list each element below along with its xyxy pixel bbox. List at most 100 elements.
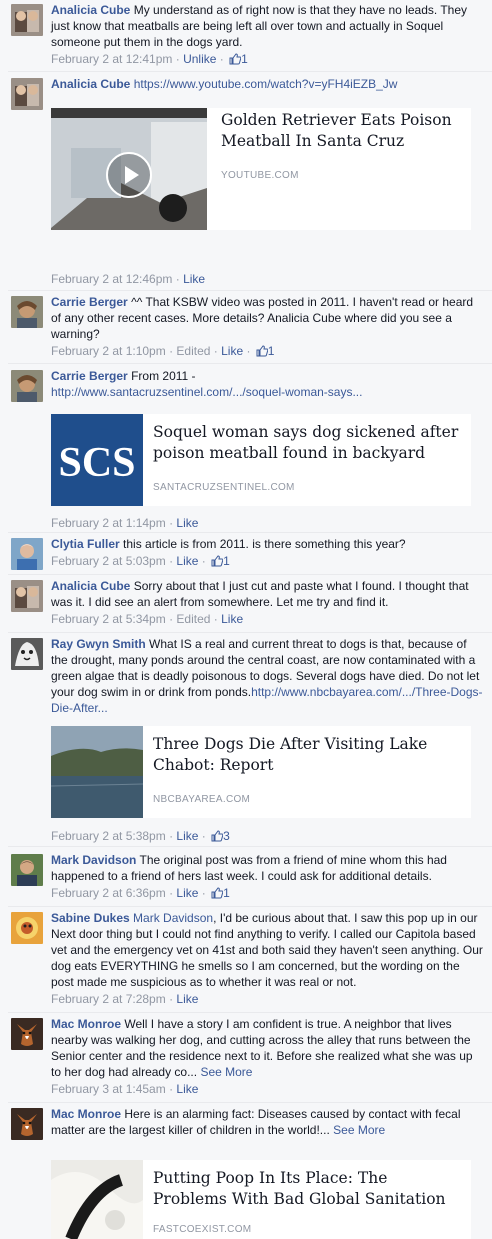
comment-text: Sabine Dukes Mark Davidson, I'd be curio… xyxy=(51,911,483,989)
divider xyxy=(8,574,492,575)
comment-timestamp[interactable]: February 2 at 6:36pm xyxy=(51,886,166,900)
avatar[interactable] xyxy=(11,78,43,110)
comment-author[interactable]: Carrie Berger xyxy=(51,369,128,383)
avatar[interactable] xyxy=(11,912,43,944)
like-button[interactable]: Like xyxy=(176,886,198,900)
like-button[interactable]: Like xyxy=(176,829,198,843)
comment-meta: February 2 at 7:28pm · Like xyxy=(51,992,199,1006)
avatar[interactable] xyxy=(11,580,43,612)
comment-meta: February 2 at 5:03pm · Like · 1 xyxy=(51,553,484,571)
avatar[interactable] xyxy=(11,1018,43,1050)
like-button[interactable]: Like xyxy=(176,1082,198,1096)
preview-title[interactable]: Golden Retriever Eats Poison Meatball In… xyxy=(221,110,465,152)
preview-logo[interactable]: SCS xyxy=(51,414,143,506)
like-button[interactable]: Like xyxy=(176,516,198,530)
divider xyxy=(8,1012,492,1013)
preview-thumbnail[interactable] xyxy=(51,1160,143,1239)
comment-link[interactable]: https://www.youtube.com/watch?v=yFH4iEZB… xyxy=(134,77,398,91)
like-count[interactable]: 1 xyxy=(241,52,248,66)
link-preview[interactable]: Golden Retriever Eats Poison Meatball In… xyxy=(51,108,471,230)
comment-author[interactable]: Carrie Berger xyxy=(51,295,128,309)
video-thumbnail[interactable] xyxy=(51,108,207,230)
link-preview[interactable]: Three Dogs Die After Visiting Lake Chabo… xyxy=(51,726,471,818)
preview-thumbnail[interactable] xyxy=(51,726,143,818)
avatar[interactable] xyxy=(11,538,43,570)
see-more-link[interactable]: See More xyxy=(333,1123,385,1137)
comment-author[interactable]: Sabine Dukes xyxy=(51,911,130,925)
comment-author[interactable]: Analicia Cube xyxy=(51,77,130,91)
comment-author[interactable]: Clytia Fuller xyxy=(51,537,120,551)
comment-author[interactable]: Mac Monroe xyxy=(51,1017,121,1031)
comment-timestamp[interactable]: February 2 at 5:38pm xyxy=(51,829,166,843)
like-button[interactable]: Like xyxy=(221,344,243,358)
avatar[interactable] xyxy=(11,370,43,402)
scs-logo-text: SCS xyxy=(58,440,135,486)
comment: Carrie Berger From 2011 - http://www.sant… xyxy=(0,366,492,530)
comment-meta: February 2 at 6:36pm · Like · 1 xyxy=(51,885,484,903)
avatar[interactable] xyxy=(11,638,43,670)
edited-label[interactable]: Edited xyxy=(176,344,210,358)
divider xyxy=(8,846,492,847)
comment-author[interactable]: Analicia Cube xyxy=(51,3,130,17)
preview-title[interactable]: Soquel woman says dog sickened after poi… xyxy=(153,422,465,464)
thumbs-up-icon[interactable] xyxy=(211,555,224,571)
divider xyxy=(8,1102,492,1103)
comment: Analicia Cube https://www.youtube.com/wa… xyxy=(0,74,492,290)
comment-timestamp[interactable]: February 2 at 7:28pm xyxy=(51,992,166,1006)
link-preview[interactable]: SCS Soquel woman says dog sickened after… xyxy=(51,414,471,506)
comment-timestamp[interactable]: February 3 at 1:45am xyxy=(51,1082,166,1096)
like-button[interactable]: Like xyxy=(176,554,198,568)
like-button[interactable]: Like xyxy=(183,272,205,286)
comment-author[interactable]: Ray Gwyn Smith xyxy=(51,637,146,651)
divider xyxy=(8,906,492,907)
like-count[interactable]: 3 xyxy=(223,829,230,843)
comment: Mac Monroe Here is an alarming fact: Dis… xyxy=(0,1104,492,1239)
avatar[interactable] xyxy=(11,854,43,886)
comment-meta: February 2 at 5:34pm · Edited · Like xyxy=(51,612,244,626)
avatar[interactable] xyxy=(11,296,43,328)
comment-timestamp[interactable]: February 2 at 1:10pm xyxy=(51,344,166,358)
comment-timestamp[interactable]: February 2 at 5:34pm xyxy=(51,612,166,626)
like-count[interactable]: 1 xyxy=(223,554,230,568)
comment-author[interactable]: Mark Davidson xyxy=(51,853,136,867)
divider xyxy=(8,532,492,533)
comment-timestamp[interactable]: February 2 at 1:14pm xyxy=(51,516,166,530)
avatar[interactable] xyxy=(11,1108,43,1140)
play-icon[interactable] xyxy=(106,152,152,198)
thumbs-up-icon[interactable] xyxy=(256,345,269,361)
preview-title[interactable]: Three Dogs Die After Visiting Lake Chabo… xyxy=(153,734,465,776)
comment-author[interactable]: Analicia Cube xyxy=(51,579,130,593)
see-more-link[interactable]: See More xyxy=(200,1065,252,1079)
preview-title[interactable]: Putting Poop In Its Place: The Problems … xyxy=(153,1168,465,1210)
comment: Carrie Berger ^^ That KSBW video was pos… xyxy=(0,292,492,364)
comment-author[interactable]: Mac Monroe xyxy=(51,1107,121,1121)
comment-meta: February 3 at 1:45am · Like xyxy=(51,1082,199,1096)
like-button[interactable]: Like xyxy=(221,612,243,626)
comment-text: Carrie Berger From 2011 - http://www.sant… xyxy=(51,369,363,399)
comment-meta: February 2 at 1:14pm · Like xyxy=(51,516,199,530)
like-count[interactable]: 1 xyxy=(268,344,275,358)
comment-timestamp[interactable]: February 2 at 12:41pm xyxy=(51,52,172,66)
comment: Analicia Cube My understand as of right … xyxy=(0,0,492,72)
comment-timestamp[interactable]: February 2 at 5:03pm xyxy=(51,554,166,568)
comment-timestamp[interactable]: February 2 at 12:46pm xyxy=(51,272,172,286)
preview-domain: FASTCOEXIST.COM xyxy=(153,1224,252,1235)
like-button[interactable]: Like xyxy=(176,992,198,1006)
thumbs-up-icon[interactable] xyxy=(211,887,224,903)
comment-link[interactable]: http://www.santacruzsentinel.com/.../soq… xyxy=(51,385,362,399)
comment-text: Carrie Berger ^^ That KSBW video was pos… xyxy=(51,295,474,341)
comment-text: Ray Gwyn Smith What IS a real and curren… xyxy=(51,637,483,715)
mention-link[interactable]: Mark Davidson xyxy=(133,911,213,925)
link-preview[interactable]: Putting Poop In Its Place: The Problems … xyxy=(51,1160,471,1239)
comment-meta: February 2 at 12:46pm · Like xyxy=(51,272,206,286)
comment-text: Analicia Cube https://www.youtube.com/wa… xyxy=(51,76,484,92)
comment: Sabine Dukes Mark Davidson, I'd be curio… xyxy=(0,908,492,1012)
preview-domain: YOUTUBE.COM xyxy=(221,170,299,181)
thumbs-up-icon[interactable] xyxy=(211,830,224,846)
like-count[interactable]: 1 xyxy=(223,886,230,900)
comment-text: Mac Monroe Well I have a story I am conf… xyxy=(51,1017,473,1079)
edited-label[interactable]: Edited xyxy=(176,612,210,626)
unlike-button[interactable]: Unlike xyxy=(183,52,216,66)
thumbs-up-icon[interactable] xyxy=(229,53,242,69)
avatar[interactable] xyxy=(11,4,43,36)
